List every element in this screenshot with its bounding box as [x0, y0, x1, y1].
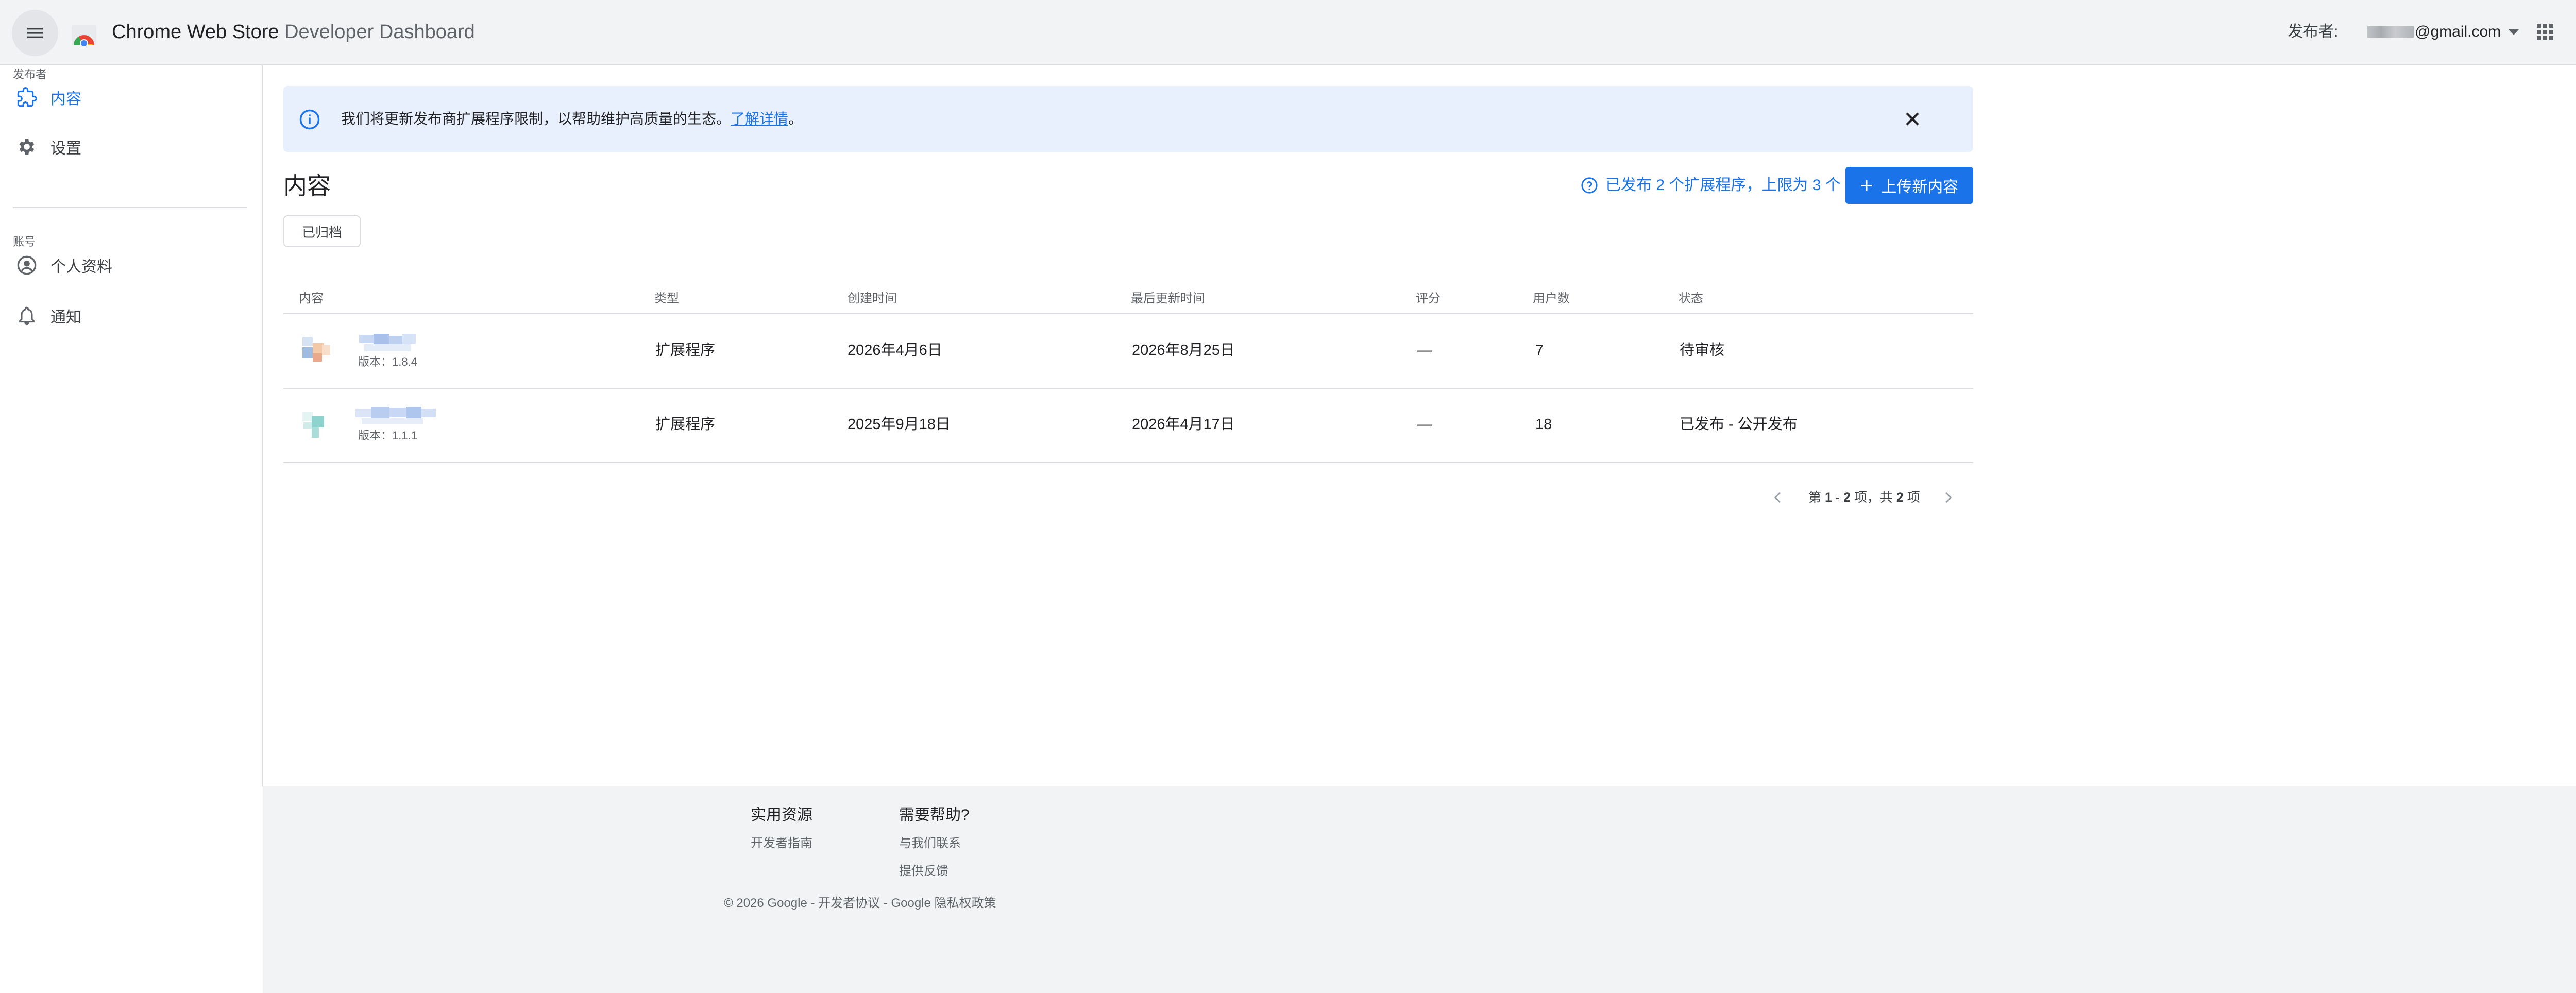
extension-icon	[300, 335, 332, 367]
row-divider	[283, 462, 1973, 463]
item-rating: —	[1417, 342, 1432, 358]
pagination-status: 第 1 - 2 项，共 2 项	[1808, 488, 1920, 507]
archived-filter-chip[interactable]: 已归档	[283, 215, 361, 247]
item-updated: 2026年4月17日	[1132, 416, 1235, 433]
previous-page-icon[interactable]	[1770, 489, 1786, 506]
plus-icon: +	[1860, 173, 1873, 197]
column-header-updated[interactable]: 最后更新时间	[1131, 290, 1205, 307]
item-updated: 2026年8月25日	[1132, 342, 1235, 358]
sidebar-item-content[interactable]: 内容	[0, 77, 260, 118]
pager-total: 2	[1896, 490, 1904, 505]
item-users: 7	[1535, 342, 1544, 358]
quota-info-link[interactable]: 已发布 2 个扩展程序，上限为 3 个	[1581, 174, 1841, 197]
sidebar-item-label: 个人资料	[50, 259, 112, 276]
close-icon[interactable]	[1901, 108, 1924, 130]
dropdown-arrow-icon	[2508, 29, 2520, 35]
bell-icon	[15, 304, 38, 327]
item-users: 18	[1535, 416, 1552, 433]
redacted-email-prefix	[2367, 26, 2414, 38]
item-created: 2026年4月6日	[848, 342, 942, 358]
column-header-users[interactable]: 用户数	[1533, 290, 1570, 307]
quota-text: 已发布 2 个扩展程序，上限为 3 个	[1605, 177, 1841, 194]
footer-copyright[interactable]: © 2026 Google - 开发者协议 - Google 隐私权政策	[724, 895, 996, 912]
google-apps-icon[interactable]	[2535, 22, 2555, 42]
help-circle-icon	[1581, 177, 1598, 194]
footer-link-contact[interactable]: 与我们联系	[899, 835, 961, 852]
column-header-created[interactable]: 创建时间	[848, 290, 897, 307]
redacted-item-name	[359, 334, 417, 352]
column-header-type[interactable]: 类型	[654, 290, 679, 307]
banner-suffix: 。	[788, 111, 803, 127]
sidebar-item-notifications[interactable]: 通知	[0, 295, 260, 336]
puzzle-icon	[15, 86, 38, 109]
column-header-item[interactable]: 内容	[299, 290, 324, 307]
info-banner: 我们将更新发布商扩展程序限制，以帮助维护高质量的生态。了解详情。	[283, 86, 1973, 152]
table-header-divider	[283, 313, 1973, 314]
page-title: 内容	[283, 173, 331, 199]
item-created: 2025年9月18日	[848, 416, 951, 433]
footer-link-developer-guide[interactable]: 开发者指南	[751, 835, 812, 852]
item-rating: —	[1417, 416, 1432, 433]
footer-heading-help: 需要帮助?	[899, 807, 970, 824]
item-version: 版本：1.8.4	[358, 355, 417, 368]
redacted-item-name	[355, 407, 437, 425]
column-header-rating[interactable]: 评分	[1416, 290, 1440, 307]
row-divider	[283, 388, 1973, 389]
learn-more-link[interactable]: 了解详情	[731, 111, 788, 127]
pager-prefix: 第	[1808, 490, 1825, 505]
pager-suffix: 项	[1903, 490, 1920, 505]
account-circle-icon	[15, 254, 38, 277]
sidebar-divider	[13, 207, 247, 208]
column-header-status[interactable]: 状态	[1679, 290, 1703, 307]
gear-icon	[15, 135, 38, 158]
sidebar-item-profile[interactable]: 个人资料	[0, 245, 260, 286]
banner-text: 我们将更新发布商扩展程序限制，以帮助维护高质量的生态。	[341, 111, 731, 127]
footer: 实用资源 开发者指南 需要帮助? 与我们联系 提供反馈 © 2026 Googl…	[263, 786, 2576, 993]
footer-link-feedback[interactable]: 提供反馈	[899, 863, 948, 880]
sidebar-item-label: 设置	[50, 140, 81, 157]
app-title: Chrome Web Store Developer Dashboard	[112, 19, 475, 45]
chrome-web-store-logo[interactable]	[70, 21, 98, 46]
banner-message: 我们将更新发布商扩展程序限制，以帮助维护高质量的生态。了解详情。	[341, 109, 803, 129]
publisher-label: 发布者:	[2287, 23, 2338, 40]
upload-button-label: 上传新内容	[1881, 179, 1959, 196]
pager-middle: 项，共	[1850, 490, 1896, 505]
footer-heading-resources: 实用资源	[751, 807, 812, 824]
app-title-primary: Chrome Web Store	[112, 21, 279, 43]
top-app-bar: Chrome Web Store Developer Dashboard 发布者…	[0, 0, 2576, 65]
main-menu-button[interactable]	[12, 10, 58, 56]
sidebar-item-settings[interactable]: 设置	[0, 126, 260, 167]
next-page-icon[interactable]	[1940, 489, 1956, 506]
publisher-email: @gmail.com	[2415, 23, 2501, 40]
item-status: 已发布 - 公开发布	[1680, 416, 1798, 433]
sidebar: 发布者 内容 设置 账号 个人资料 通知	[0, 65, 263, 786]
publisher-selector[interactable]: @gmail.com	[2367, 21, 2520, 43]
extension-icon	[300, 409, 332, 441]
info-icon	[299, 109, 320, 130]
item-type: 扩展程序	[655, 416, 716, 433]
upload-new-item-button[interactable]: + 上传新内容	[1845, 167, 1973, 204]
item-type: 扩展程序	[655, 342, 716, 358]
hamburger-menu-icon	[27, 28, 43, 38]
app-title-secondary: Developer Dashboard	[279, 21, 475, 43]
sidebar-item-label: 通知	[50, 309, 81, 326]
item-status: 待审核	[1680, 342, 1725, 358]
item-version: 版本：1.1.1	[358, 429, 417, 442]
pager-range: 1 - 2	[1824, 490, 1851, 505]
sidebar-item-label: 内容	[50, 91, 81, 108]
